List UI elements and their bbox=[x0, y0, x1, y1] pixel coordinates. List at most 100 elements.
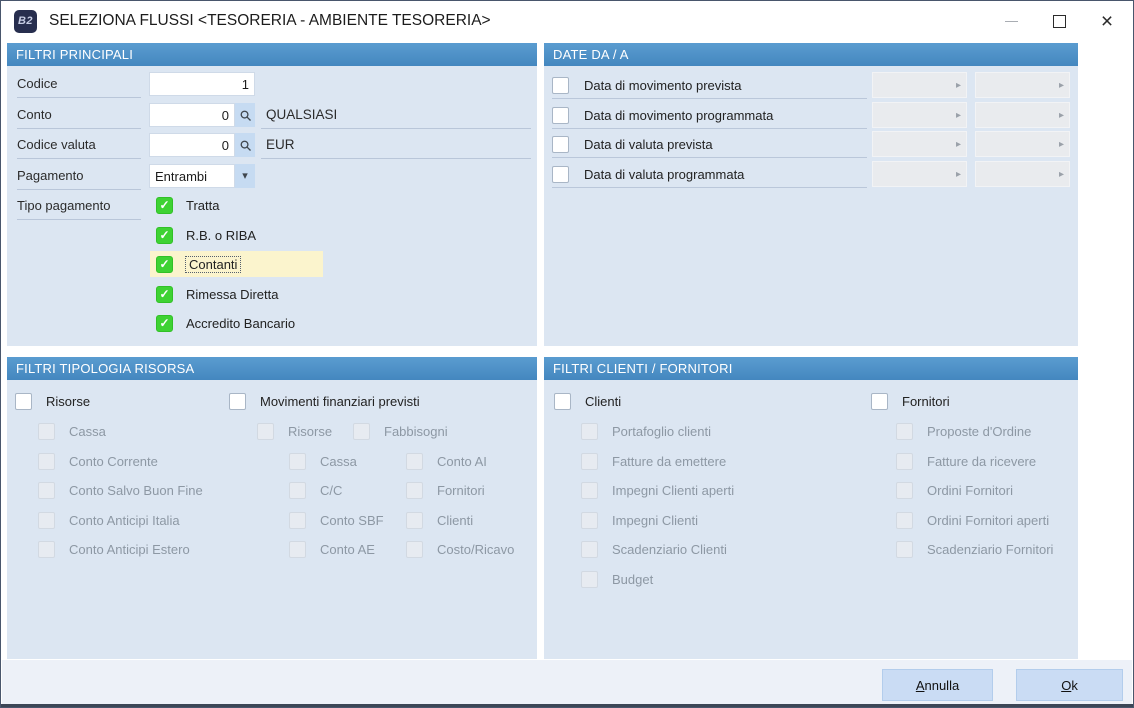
mfp-risorse-item: Risorse bbox=[257, 418, 332, 444]
checkbox-row-accredito-bancario: ✓ Accredito Bancario bbox=[150, 310, 323, 336]
movimenti-finanziari-checkbox[interactable] bbox=[229, 392, 246, 410]
scadenziario-clienti-checkbox bbox=[581, 540, 598, 558]
proposte-ordine-label: Proposte d'Ordine bbox=[927, 423, 1032, 439]
scadenziario-clienti-label: Scadenziario Clienti bbox=[612, 541, 727, 557]
data-movimento-programmata-label[interactable]: Data di movimento programmata bbox=[584, 108, 773, 123]
mfp-conto-ae-label: Conto AE bbox=[320, 541, 375, 557]
row-divider bbox=[552, 128, 867, 129]
app-icon: B2 bbox=[14, 9, 37, 33]
contanti-label[interactable]: Contanti bbox=[184, 255, 242, 273]
chevron-down-icon: ▾ bbox=[242, 169, 248, 182]
pagamento-select[interactable] bbox=[149, 164, 235, 188]
ordini-fornitori-aperti-label: Ordini Fornitori aperti bbox=[927, 512, 1050, 528]
budget-label: Budget bbox=[612, 571, 654, 587]
annulla-button-label: Annulla bbox=[915, 677, 960, 693]
date-row-movimento-prevista: Data di movimento prevista ▸ ▸ bbox=[552, 71, 1072, 100]
proposte-ordine-item: Proposte d'Ordine bbox=[896, 418, 1031, 444]
annulla-button[interactable]: Annulla bbox=[882, 669, 993, 701]
mfp-fornitori-label: Fornitori bbox=[437, 482, 485, 498]
fornitori-checkbox[interactable] bbox=[871, 392, 888, 410]
mfp-conto-ai-checkbox bbox=[406, 452, 423, 470]
mfp-fabbisogni-item: Fabbisogni bbox=[353, 418, 448, 444]
ok-button[interactable]: Ok bbox=[1016, 669, 1123, 701]
checkbox-row-tratta: ✓ Tratta bbox=[150, 192, 323, 218]
scadenziario-fornitori-label: Scadenziario Fornitori bbox=[927, 541, 1054, 557]
codice-valuta-lookup-button[interactable] bbox=[235, 133, 255, 157]
data-movimento-prevista-checkbox[interactable] bbox=[552, 76, 569, 94]
rb-riba-checkbox[interactable]: ✓ bbox=[156, 226, 173, 244]
rb-riba-label[interactable]: R.B. o RIBA bbox=[186, 228, 256, 243]
conto-salvo-buon-fine-label: Conto Salvo Buon Fine bbox=[69, 482, 203, 498]
date-row-valuta-prevista: Data di valuta prevista ▸ ▸ bbox=[552, 130, 1072, 159]
cassa-label: Cassa bbox=[69, 423, 106, 439]
accredito-bancario-checkbox[interactable]: ✓ bbox=[156, 314, 173, 332]
risorse-checkbox[interactable] bbox=[15, 392, 32, 410]
maximize-icon bbox=[1052, 14, 1066, 28]
risorse-parent-item: Risorse bbox=[15, 388, 90, 414]
codice-valuta-input[interactable] bbox=[149, 133, 235, 157]
conto-anticipi-italia-label: Conto Anticipi Italia bbox=[69, 512, 180, 528]
maximize-button[interactable] bbox=[1035, 1, 1083, 41]
tratta-label[interactable]: Tratta bbox=[186, 198, 219, 213]
conto-salvo-buon-fine-item: Conto Salvo Buon Fine bbox=[38, 477, 203, 503]
codice-input[interactable] bbox=[149, 72, 255, 96]
close-button[interactable]: × bbox=[1083, 1, 1131, 41]
codice-valuta-label: Codice valuta bbox=[17, 132, 141, 159]
row-divider bbox=[552, 157, 867, 158]
date-picker-icon: ▸ bbox=[1058, 138, 1064, 150]
conto-corrente-item: Conto Corrente bbox=[38, 448, 158, 474]
minimize-button[interactable] bbox=[987, 1, 1035, 41]
date-picker-icon: ▸ bbox=[955, 109, 961, 121]
contanti-checkbox[interactable]: ✓ bbox=[156, 255, 173, 273]
mfp-conto-ae-checkbox bbox=[289, 540, 306, 558]
risorse-label[interactable]: Risorse bbox=[46, 394, 90, 409]
fatture-da-ricevere-item: Fatture da ricevere bbox=[896, 448, 1036, 474]
checkbox-row-rimessa-diretta: ✓ Rimessa Diretta bbox=[150, 281, 323, 307]
check-icon: ✓ bbox=[159, 197, 170, 212]
mfp-risorse-checkbox bbox=[257, 422, 274, 440]
conto-anticipi-estero-checkbox bbox=[38, 540, 55, 558]
movimenti-finanziari-label[interactable]: Movimenti finanziari previsti bbox=[260, 394, 420, 409]
pagamento-dropdown-button[interactable]: ▾ bbox=[235, 164, 255, 188]
tratta-checkbox[interactable]: ✓ bbox=[156, 196, 173, 214]
date-from-field: ▸ bbox=[872, 131, 967, 157]
accredito-bancario-label[interactable]: Accredito Bancario bbox=[186, 316, 295, 331]
conto-input[interactable] bbox=[149, 103, 235, 127]
date-to-field: ▸ bbox=[975, 102, 1070, 128]
clienti-label[interactable]: Clienti bbox=[585, 394, 621, 409]
minimize-icon bbox=[1004, 20, 1018, 22]
fornitori-label[interactable]: Fornitori bbox=[902, 394, 950, 409]
codice-valuta-display-value: EUR bbox=[261, 132, 531, 159]
portafoglio-clienti-item: Portafoglio clienti bbox=[581, 418, 711, 444]
clienti-checkbox[interactable] bbox=[554, 392, 571, 410]
check-icon: ✓ bbox=[159, 286, 170, 301]
portafoglio-clienti-label: Portafoglio clienti bbox=[612, 423, 711, 439]
budget-checkbox bbox=[581, 570, 598, 588]
impegni-clienti-checkbox bbox=[581, 511, 598, 529]
mfp-costo-ricavo-item: Costo/Ricavo bbox=[406, 536, 514, 562]
mfp-cassa-item: Cassa bbox=[289, 448, 357, 474]
scadenziario-fornitori-checkbox bbox=[896, 540, 913, 558]
scadenziario-clienti-item: Scadenziario Clienti bbox=[581, 536, 727, 562]
date-picker-icon: ▸ bbox=[955, 168, 961, 180]
rimessa-diretta-label[interactable]: Rimessa Diretta bbox=[186, 287, 278, 302]
date-picker-icon: ▸ bbox=[1058, 109, 1064, 121]
data-valuta-programmata-checkbox[interactable] bbox=[552, 165, 569, 183]
title-bar: B2 SELEZIONA FLUSSI <TESORERIA - AMBIENT… bbox=[1, 1, 1133, 41]
data-movimento-prevista-label[interactable]: Data di movimento prevista bbox=[584, 78, 742, 93]
rimessa-diretta-checkbox[interactable]: ✓ bbox=[156, 285, 173, 303]
data-valuta-programmata-label[interactable]: Data di valuta programmata bbox=[584, 167, 744, 182]
conto-lookup-button[interactable] bbox=[235, 103, 255, 127]
mfp-fornitori-item: Fornitori bbox=[406, 477, 485, 503]
data-valuta-prevista-label[interactable]: Data di valuta prevista bbox=[584, 137, 713, 152]
conto-anticipi-italia-item: Conto Anticipi Italia bbox=[38, 507, 180, 533]
search-icon bbox=[240, 110, 251, 121]
data-movimento-programmata-checkbox[interactable] bbox=[552, 106, 569, 124]
mfp-conto-ai-item: Conto AI bbox=[406, 448, 487, 474]
proposte-ordine-checkbox bbox=[896, 422, 913, 440]
date-picker-icon: ▸ bbox=[955, 138, 961, 150]
impegni-clienti-aperti-label: Impegni Clienti aperti bbox=[612, 482, 735, 498]
data-valuta-prevista-checkbox[interactable] bbox=[552, 135, 569, 153]
field-row-conto: Conto QUALSIASI bbox=[13, 102, 531, 131]
portafoglio-clienti-checkbox bbox=[581, 422, 598, 440]
